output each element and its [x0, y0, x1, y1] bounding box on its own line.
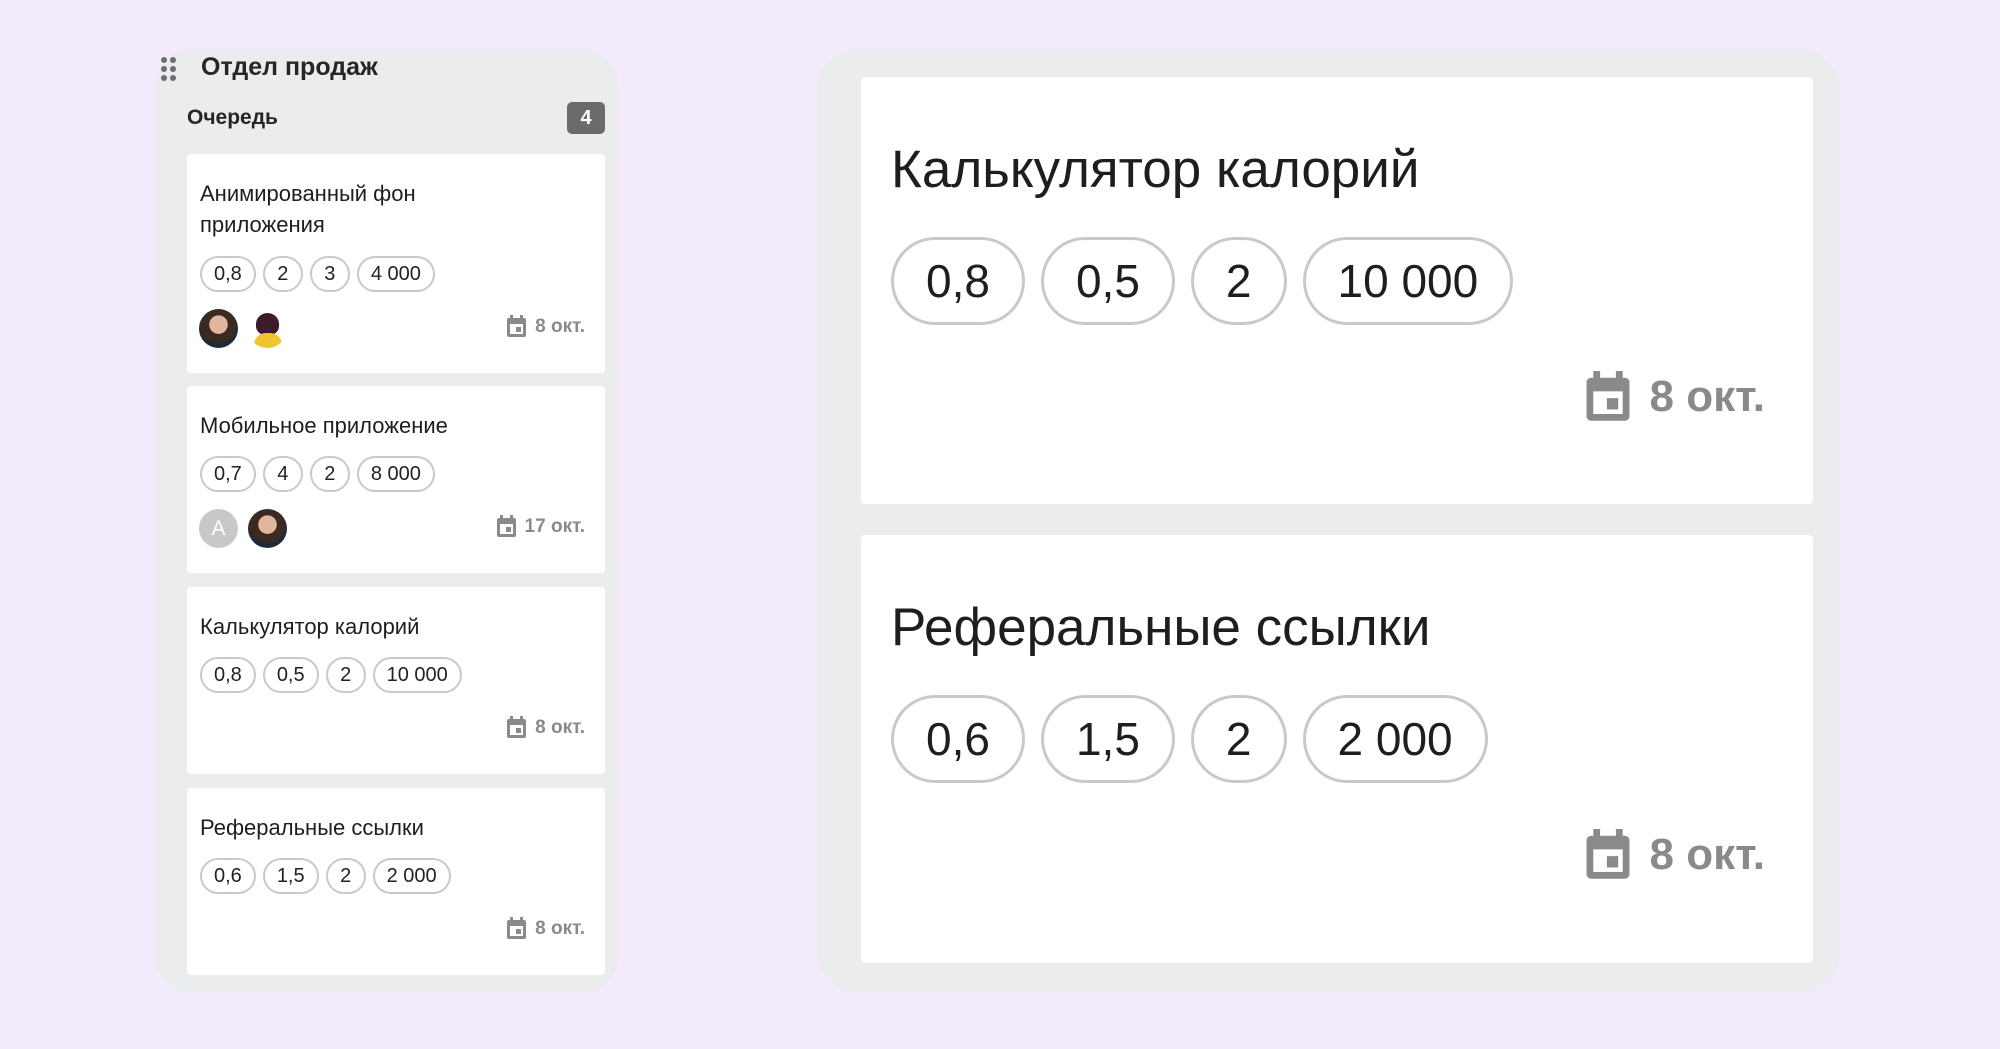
card-date: 8 окт. [506, 917, 585, 940]
date-text: 8 окт. [535, 716, 585, 738]
chip: 8 000 [356, 456, 435, 492]
kanban-column: Отдел продаж Очередь 4 Анимированный фон… [155, 50, 618, 992]
date-text: 17 окт. [524, 515, 585, 537]
task-card[interactable]: Мобильное приложение 0,7 4 2 8 000 A 17 … [187, 386, 605, 573]
card-date: 8 окт. [1584, 829, 1766, 881]
drag-handle-icon[interactable] [161, 57, 179, 81]
date-text: 8 окт. [1649, 372, 1766, 421]
card-chips: 0,6 1,5 2 2 000 [200, 858, 458, 894]
card-date: 8 окт. [506, 716, 585, 739]
calendar-icon [507, 716, 527, 738]
chip: 2 [262, 256, 303, 292]
card-title: Реферальные ссылки [891, 598, 1431, 657]
avatar[interactable] [248, 309, 287, 348]
chip: 2 [309, 456, 350, 492]
card-title: Реферальные ссылки [200, 815, 424, 840]
chip: 2 [325, 858, 366, 894]
chip: 0,5 [1040, 237, 1175, 325]
avatar[interactable]: A [199, 509, 238, 548]
zoomed-task-card[interactable]: Реферальные ссылки 0,6 1,5 2 2 000 8 окт… [861, 535, 1813, 963]
chip: 0,8 [200, 657, 256, 693]
chip: 1,5 [1040, 695, 1175, 783]
calendar-icon [507, 315, 527, 337]
card-date: 8 окт. [1584, 371, 1766, 423]
chip: 2 [1190, 695, 1287, 783]
column-header: Отдел продаж Очередь 4 [155, 50, 618, 140]
calendar-icon [507, 917, 527, 939]
calendar-icon [496, 515, 516, 537]
avatar[interactable] [199, 309, 238, 348]
stage-label: Очередь [187, 106, 278, 129]
task-card[interactable]: Анимированный фон приложения 0,8 2 3 4 0… [187, 154, 605, 373]
chip: 1,5 [262, 858, 319, 894]
zoomed-task-card[interactable]: Калькулятор калорий 0,8 0,5 2 10 000 8 о… [861, 77, 1813, 504]
card-chips: 0,6 1,5 2 2 000 [891, 695, 1504, 783]
date-text: 8 окт. [535, 315, 585, 337]
chip: 0,8 [200, 256, 256, 292]
calendar-icon [1586, 829, 1629, 879]
card-avatars: A [199, 509, 297, 548]
date-text: 8 окт. [535, 917, 585, 939]
chip: 3 [309, 256, 350, 292]
chip: 2 [325, 657, 366, 693]
chip: 0,6 [200, 858, 256, 894]
chip: 2 000 [1302, 695, 1488, 783]
chip: 10 000 [1302, 237, 1514, 325]
card-date: 8 окт. [506, 315, 585, 338]
calendar-icon [1586, 371, 1629, 421]
chip: 0,5 [262, 657, 319, 693]
chip: 0,7 [200, 456, 256, 492]
card-chips: 0,8 0,5 2 10 000 [891, 237, 1529, 325]
card-chips: 0,8 0,5 2 10 000 [200, 657, 469, 693]
chip: 2 [1190, 237, 1287, 325]
avatar[interactable] [248, 509, 287, 548]
zoom-panel: Калькулятор калорий 0,8 0,5 2 10 000 8 о… [817, 50, 1840, 992]
task-card[interactable]: Реферальные ссылки 0,6 1,5 2 2 000 8 окт… [187, 788, 605, 975]
card-date: 17 окт. [496, 515, 585, 538]
chip: 10 000 [372, 657, 462, 693]
count-badge: 4 [567, 102, 605, 134]
card-title: Калькулятор калорий [200, 614, 420, 639]
task-card[interactable]: Калькулятор калорий 0,8 0,5 2 10 000 8 о… [187, 587, 605, 774]
chip: 0,8 [891, 237, 1025, 325]
date-text: 8 окт. [1649, 830, 1766, 879]
chip: 4 [262, 456, 303, 492]
card-title: Калькулятор калорий [891, 140, 1420, 199]
card-avatars [199, 309, 297, 348]
card-title: Анимированный фон приложения [200, 181, 416, 237]
chip: 0,6 [891, 695, 1025, 783]
card-chips: 0,7 4 2 8 000 [200, 456, 442, 492]
column-title: Отдел продаж [201, 53, 378, 81]
chip: 2 000 [372, 858, 451, 894]
chip: 4 000 [356, 256, 435, 292]
card-chips: 0,8 2 3 4 000 [200, 256, 442, 292]
card-title: Мобильное приложение [200, 413, 448, 438]
